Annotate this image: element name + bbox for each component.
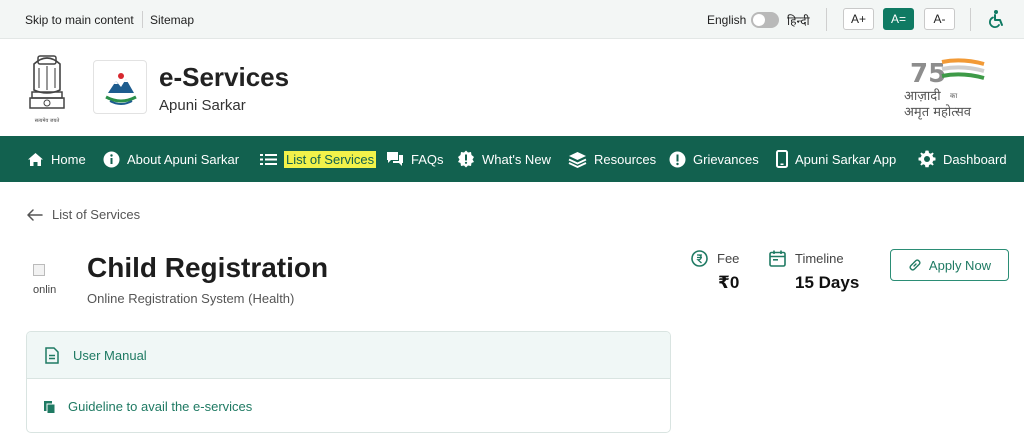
- guideline-link[interactable]: Guideline to avail the e-services: [68, 399, 252, 414]
- rupee-icon: [691, 250, 708, 267]
- nav-label: Resources: [594, 151, 657, 167]
- font-normal-button[interactable]: A=: [883, 8, 914, 30]
- timeline-value: 15 Days: [795, 273, 860, 292]
- fee-label: Fee: [717, 251, 740, 266]
- sitemap-link[interactable]: Sitemap: [150, 13, 194, 27]
- accessibility-icon[interactable]: [987, 9, 1007, 29]
- nav-item-whats-new[interactable]: What's New: [457, 136, 551, 182]
- language-hindi-label: हिन्दी: [787, 14, 810, 28]
- nav-label: What's New: [482, 151, 551, 167]
- calendar-icon: [769, 250, 786, 267]
- nav-label: List of Services: [284, 150, 377, 168]
- nav-item-resources[interactable]: Resources: [568, 136, 656, 182]
- guideline-row[interactable]: Guideline to avail the e-services: [27, 379, 670, 432]
- timeline-label: Timeline: [795, 251, 844, 266]
- link-icon: [909, 259, 921, 271]
- service-subtitle: Online Registration System (Health): [87, 291, 295, 306]
- emblem-motto: सत्यमेव जयते: [35, 117, 60, 124]
- language-english-label: English: [707, 13, 747, 27]
- arrow-left-icon: [27, 208, 43, 221]
- divider: [826, 8, 827, 31]
- divider: [970, 8, 971, 31]
- nav-item-list-of-services[interactable]: List of Services: [260, 136, 377, 182]
- nav-label: About Apuni Sarkar: [127, 151, 240, 167]
- toggle-knob: [753, 14, 765, 26]
- documents-panel: User Manual Guideline to avail the e-ser…: [26, 331, 671, 433]
- service-image-alt-text: onlin: [33, 284, 57, 296]
- document-icon: [45, 346, 59, 364]
- files-icon: [44, 400, 56, 414]
- nav-label: Dashboard: [943, 151, 1007, 167]
- font-increase-button[interactable]: A+: [843, 8, 874, 30]
- utility-bar: Skip to main content Sitemap English हिन…: [0, 0, 1024, 39]
- timeline-info: Timeline 15 Days: [769, 250, 859, 293]
- back-link-label: List of Services: [52, 207, 141, 222]
- national-emblem-logo[interactable]: सत्यमेव जयते: [24, 50, 70, 128]
- fee-value: ₹0: [718, 273, 740, 292]
- uttarakhand-logo[interactable]: [93, 60, 147, 114]
- layers-icon: [568, 151, 587, 168]
- site-title: e-Services: [159, 62, 290, 92]
- skip-to-main-link[interactable]: Skip to main content: [25, 13, 134, 27]
- apply-now-label: Apply Now: [928, 257, 992, 273]
- mountain-logo-icon: [105, 73, 137, 105]
- azadi-ka-amrit-mahotsav-logo: 75 आज़ादी का अमृत महोत्सव: [904, 58, 985, 120]
- back-to-list-link[interactable]: List of Services: [27, 207, 140, 222]
- font-decrease-button[interactable]: A-: [924, 8, 955, 30]
- azadi-line-1: आज़ादी: [904, 88, 941, 104]
- azadi-line-2: अमृत महोत्सव: [904, 104, 972, 120]
- nav-label: FAQs: [411, 151, 444, 167]
- nav-item-apuni-sarkar-app[interactable]: Apuni Sarkar App: [776, 136, 896, 182]
- nav-item-home[interactable]: Home: [27, 136, 86, 182]
- azadi-number: 75: [910, 59, 946, 89]
- nav-label: Home: [51, 151, 86, 167]
- list-icon: [260, 153, 277, 165]
- azadi-ka: का: [950, 92, 957, 100]
- fee-info: Fee ₹0: [691, 250, 739, 293]
- alert-circle-icon: [669, 151, 686, 167]
- gear-icon: [918, 150, 936, 168]
- language-toggle[interactable]: [751, 12, 779, 28]
- apply-now-button[interactable]: Apply Now: [890, 249, 1009, 281]
- broken-image-icon: [33, 264, 45, 276]
- nav-item-faqs[interactable]: FAQs: [386, 136, 444, 182]
- site-header: सत्यमेव जयते e-Services Apuni Sarkar 75 …: [0, 40, 1024, 136]
- badge-alert-icon: [458, 150, 474, 168]
- chat-icon: [387, 152, 403, 166]
- user-manual-row[interactable]: User Manual: [27, 332, 670, 379]
- nav-item-about[interactable]: About Apuni Sarkar: [103, 136, 239, 182]
- info-icon: [103, 151, 120, 167]
- nav-item-grievances[interactable]: Grievances: [669, 136, 759, 182]
- service-title: Child Registration: [87, 252, 329, 283]
- divider: [142, 11, 143, 28]
- nav-item-dashboard[interactable]: Dashboard: [918, 136, 1007, 182]
- main-navigation: Home About Apuni Sarkar List of Services…: [0, 136, 1024, 182]
- home-icon: [28, 152, 43, 166]
- service-image: onlin: [33, 264, 67, 296]
- nav-label: Apuni Sarkar App: [795, 151, 897, 167]
- site-subtitle: Apuni Sarkar: [159, 97, 246, 114]
- mobile-icon: [776, 150, 788, 168]
- nav-label: Grievances: [693, 151, 759, 167]
- user-manual-link[interactable]: User Manual: [73, 348, 147, 363]
